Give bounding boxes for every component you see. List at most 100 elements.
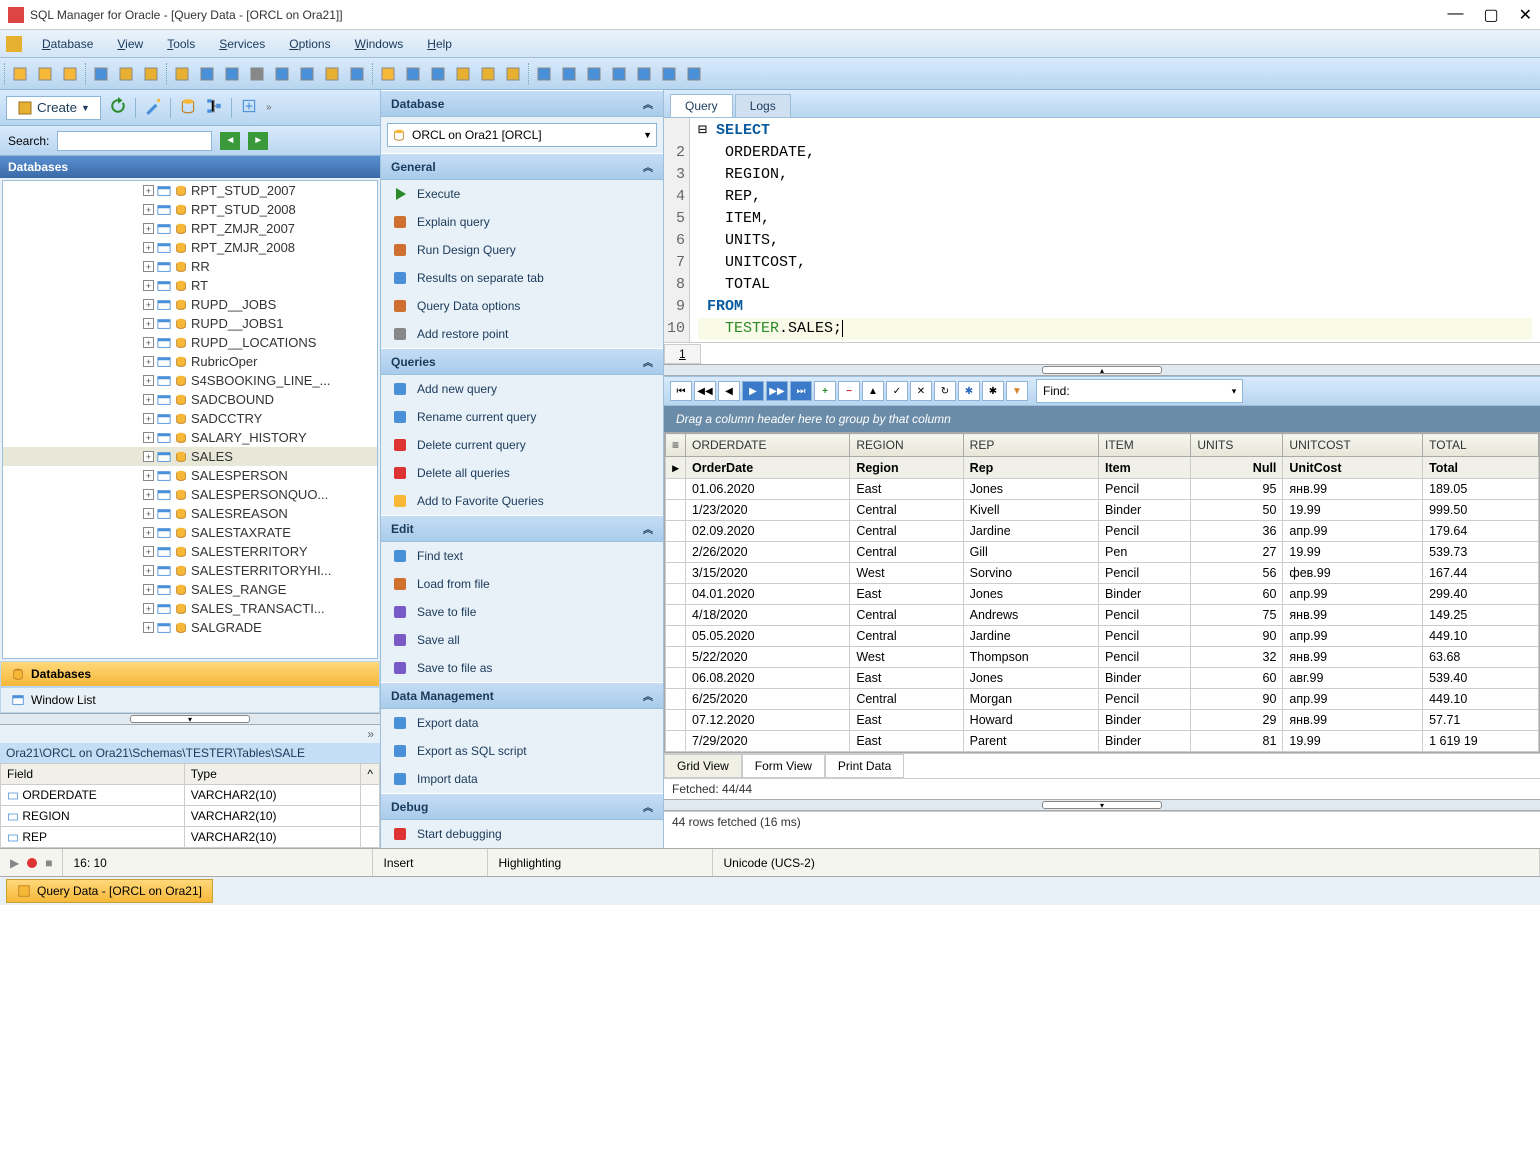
collapser[interactable]: ▾ — [0, 713, 380, 725]
tree-item[interactable]: +SADCBOUND — [3, 390, 377, 409]
tree-item[interactable]: +S4SBOOKING_LINE_... — [3, 371, 377, 390]
menu-windows[interactable]: Windows — [343, 37, 416, 51]
table-row[interactable]: 3/15/2020WestSorvinoPencil56фев.99167.44 — [666, 563, 1539, 584]
toolbar-button[interactable] — [221, 63, 243, 85]
commit-button[interactable]: ✓ — [886, 381, 908, 401]
close-button[interactable]: ✕ — [1519, 5, 1532, 25]
menu-tools[interactable]: Tools — [155, 37, 207, 51]
table-row[interactable]: 7/29/2020EastParentBinder8119.991 619 19 — [666, 731, 1539, 752]
tree-item[interactable]: +SALESTERRITORYHI... — [3, 561, 377, 580]
table-row[interactable]: 1/23/2020CentralKivellBinder5019.99999.5… — [666, 500, 1539, 521]
tree-item[interactable]: +SALGRADE — [3, 618, 377, 637]
menu-database[interactable]: Database — [30, 37, 105, 51]
tree-item[interactable]: +RR — [3, 257, 377, 276]
menu-services[interactable]: Services — [207, 37, 277, 51]
task-tab[interactable]: Query Data - [ORCL on Ora21] — [6, 879, 213, 903]
queries-section-head[interactable]: Queries︽ — [381, 348, 663, 375]
toolbar-button[interactable] — [171, 63, 193, 85]
search-next-button[interactable]: ► — [248, 132, 268, 150]
action-save-all[interactable]: Save all — [381, 626, 663, 654]
minimize-button[interactable]: — — [1447, 5, 1463, 25]
action-rename-current-query[interactable]: Rename current query — [381, 403, 663, 431]
toolbar-button[interactable] — [377, 63, 399, 85]
goto-bookmark-button[interactable]: ✱ — [982, 381, 1004, 401]
toolbar-button[interactable] — [34, 63, 56, 85]
last-button[interactable]: ⏭ — [790, 381, 812, 401]
maximize-button[interactable]: ▢ — [1483, 5, 1498, 25]
toolbar-button[interactable] — [90, 63, 112, 85]
next-button[interactable]: ▶ — [742, 381, 764, 401]
next-page-button[interactable]: ▶▶ — [766, 381, 788, 401]
datamgmt-section-head[interactable]: Data Management︽ — [381, 682, 663, 709]
action-import-data[interactable]: Import data — [381, 765, 663, 793]
tree-item[interactable]: +SALESTERRITORY — [3, 542, 377, 561]
formview-tab[interactable]: Form View — [742, 754, 825, 778]
col-header[interactable]: UNITS — [1191, 434, 1283, 457]
col-header[interactable]: TOTAL — [1423, 434, 1539, 457]
field-cell[interactable]: ORDERDATE — [1, 785, 185, 806]
add-button[interactable]: + — [814, 381, 836, 401]
printdata-tab[interactable]: Print Data — [825, 754, 904, 778]
result-grid[interactable]: ≡ORDERDATEREGIONREPITEMUNITSUNITCOSTTOTA… — [664, 432, 1540, 753]
edit-section-head[interactable]: Edit︽ — [381, 515, 663, 542]
tree-item[interactable]: +RUPD__JOBS1 — [3, 314, 377, 333]
action-save-to-file[interactable]: Save to file — [381, 598, 663, 626]
col-header[interactable]: UNITCOST — [1283, 434, 1423, 457]
action-load-from-file[interactable]: Load from file — [381, 570, 663, 598]
tree-item[interactable]: +RubricOper — [3, 352, 377, 371]
db-icon[interactable] — [179, 97, 197, 118]
action-find-text[interactable]: Find text — [381, 542, 663, 570]
table-row[interactable]: 05.05.2020CentralJardinePencil90апр.9944… — [666, 626, 1539, 647]
tree-item[interactable]: +SALESPERSONQUO... — [3, 485, 377, 504]
toolbar-button[interactable] — [246, 63, 268, 85]
toolbar-button[interactable] — [558, 63, 580, 85]
tree-item[interactable]: +RT — [3, 276, 377, 295]
action-delete-all-queries[interactable]: Delete all queries — [381, 459, 663, 487]
debug-section-head[interactable]: Debug︽ — [381, 793, 663, 820]
tree-item[interactable]: +RUPD__LOCATIONS — [3, 333, 377, 352]
editor-sheet-tab[interactable]: 1 — [664, 344, 701, 364]
tree-icon[interactable] — [205, 97, 223, 118]
menu-options[interactable]: Options — [277, 37, 342, 51]
sql-editor[interactable]: 2345678910 ⊟ SELECT ORDERDATE, REGION, R… — [664, 118, 1540, 342]
table-row[interactable]: 6/25/2020CentralMorganPencil90апр.99449.… — [666, 689, 1539, 710]
type-col[interactable]: Type — [184, 764, 361, 785]
action-save-to-file-as[interactable]: Save to file as — [381, 654, 663, 682]
windowlist-tab[interactable]: Window List — [0, 687, 380, 713]
field-col[interactable]: Field — [1, 764, 185, 785]
create-button[interactable]: Create ▼ — [6, 96, 101, 120]
toolbar-button[interactable] — [196, 63, 218, 85]
wand-icon[interactable] — [144, 97, 162, 118]
col-header[interactable]: ORDERDATE — [686, 434, 850, 457]
field-cell[interactable]: REP — [1, 827, 185, 848]
refresh-grid-button[interactable]: ↻ — [934, 381, 956, 401]
field-cell[interactable]: REGION — [1, 806, 185, 827]
action-run-design-query[interactable]: Run Design Query — [381, 236, 663, 264]
toolbar-button[interactable] — [683, 63, 705, 85]
bookmark-button[interactable]: ✱ — [958, 381, 980, 401]
first-button[interactable]: ⏮ — [670, 381, 692, 401]
refresh-icon[interactable] — [109, 97, 127, 118]
tree-item[interactable]: +SALARY_HISTORY — [3, 428, 377, 447]
action-add-restore-point[interactable]: Add restore point — [381, 320, 663, 348]
action-export-as-sql-script[interactable]: Export as SQL script — [381, 737, 663, 765]
tree-item[interactable]: +SALES — [3, 447, 377, 466]
toolbar-button[interactable] — [477, 63, 499, 85]
find-input[interactable] — [1076, 382, 1226, 400]
toolbar-button[interactable] — [115, 63, 137, 85]
table-row[interactable]: 4/18/2020CentralAndrewsPencil75янв.99149… — [666, 605, 1539, 626]
toolbar-button[interactable] — [271, 63, 293, 85]
record-icon[interactable] — [27, 858, 37, 868]
table-row[interactable]: 04.01.2020EastJonesBinder60апр.99299.40 — [666, 584, 1539, 605]
tree-item[interactable]: +RPT_STUD_2008 — [3, 200, 377, 219]
group-hint[interactable]: Drag a column header here to group by th… — [664, 406, 1540, 432]
gridview-tab[interactable]: Grid View — [664, 754, 742, 778]
toolbar-button[interactable] — [321, 63, 343, 85]
col-header[interactable]: REP — [963, 434, 1098, 457]
toolbar-button[interactable] — [533, 63, 555, 85]
toolbar-button[interactable] — [140, 63, 162, 85]
db-tree[interactable]: +RPT_STUD_2007+RPT_STUD_2008+RPT_ZMJR_20… — [2, 180, 378, 659]
action-add-new-query[interactable]: Add new query — [381, 375, 663, 403]
tree-item[interactable]: +RPT_ZMJR_2007 — [3, 219, 377, 238]
toolbar-button[interactable] — [608, 63, 630, 85]
